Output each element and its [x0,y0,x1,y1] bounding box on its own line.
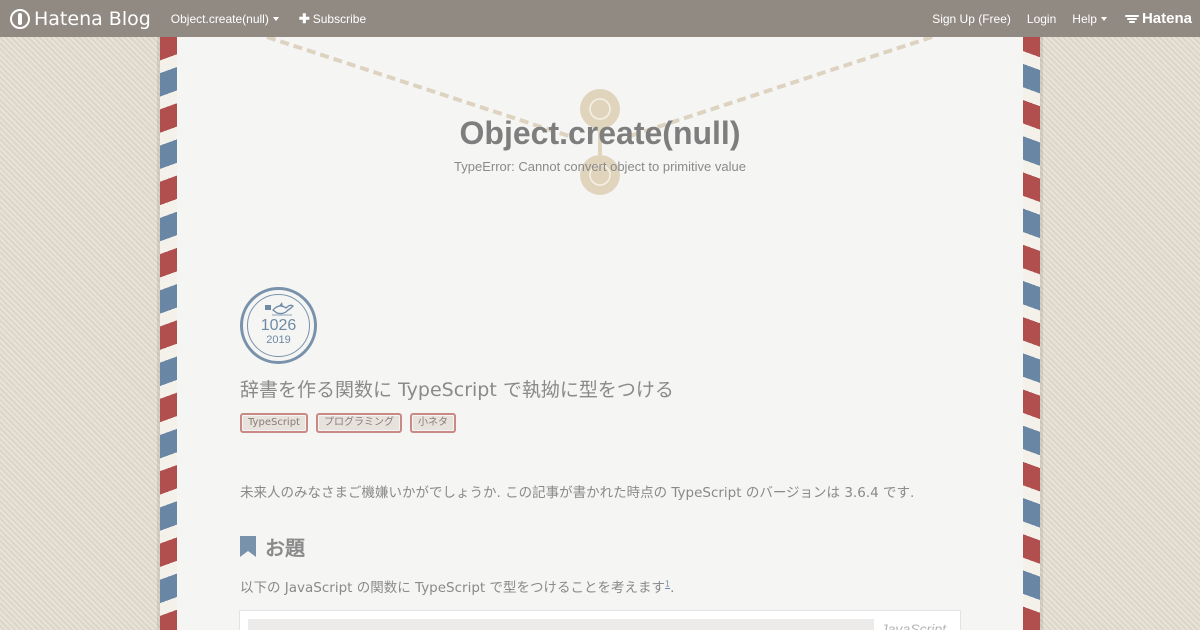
category-tag[interactable]: TypeScript [240,413,308,433]
bird-letter-icon [264,302,294,316]
code-language-label: JavaScript [880,621,946,630]
blog-description: TypeError: Cannot convert object to prim… [454,159,746,174]
entry-date-stamp[interactable]: 1026 2019 [240,287,317,364]
entry-paragraph: 以下の JavaScript の関数に TypeScript で型をつけることを… [240,576,675,597]
entry-title[interactable]: 辞書を作る関数に TypeScript で執拗に型をつける [240,375,674,402]
bookmark-icon [240,536,256,557]
hatena-mark-icon [1124,14,1139,24]
category-tag[interactable]: 小ネタ [409,413,456,433]
blog-menu-label: Object.create(null) [170,11,269,26]
hatena-logo-text: Hatena [1141,10,1192,27]
header-right-nav: Sign Up (Free) Login Help Hatena [916,10,1192,27]
code-block: JavaScript [239,610,961,630]
airmail-stripe-right [1023,37,1040,630]
subscribe-label: Subscribe [312,11,367,26]
entry-date-month-day: 1026 [260,317,297,334]
section-heading: お題 [240,532,305,561]
code-content [248,619,874,630]
hatena-logo[interactable]: Hatena [1124,10,1192,27]
date-stamp-inner: 1026 2019 [247,294,310,357]
signup-link[interactable]: Sign Up (Free) [932,12,1011,26]
section-heading-text: お題 [265,536,305,560]
entry-date-year: 2019 [266,334,291,346]
global-header: Hatena Blog Object.create(null) ✚ Subscr… [0,0,1200,37]
hatena-blog-logo[interactable]: Hatena Blog [10,8,151,30]
paragraph-text: 以下の JavaScript の関数に TypeScript で型をつけることを… [240,580,665,596]
entry-intro-paragraph: 未来人のみなさまご機嫌いかがでしょうか. この記事が書かれた時点の TypeSc… [240,485,915,501]
category-tag[interactable]: プログラミング [315,413,402,433]
plus-icon: ✚ [298,10,310,26]
help-label: Help [1072,11,1097,26]
subscribe-button[interactable]: ✚ Subscribe [299,11,366,27]
caret-down-icon [1100,16,1107,21]
help-dropdown[interactable]: Help [1072,12,1107,26]
entry-categories: TypeScript プログラミング 小ネタ [240,413,464,433]
brand-text: Hatena Blog [34,7,151,30]
caret-down-icon [272,16,279,21]
airmail-stripe-left [160,37,177,630]
frame-shadow-right [1040,37,1043,630]
hatena-blog-icon [10,8,30,29]
login-link[interactable]: Login [1027,12,1056,26]
blog-menu-dropdown[interactable]: Object.create(null) [171,12,279,26]
blog-title[interactable]: Object.create(null) [177,115,1023,152]
paragraph-end: . [670,580,675,596]
